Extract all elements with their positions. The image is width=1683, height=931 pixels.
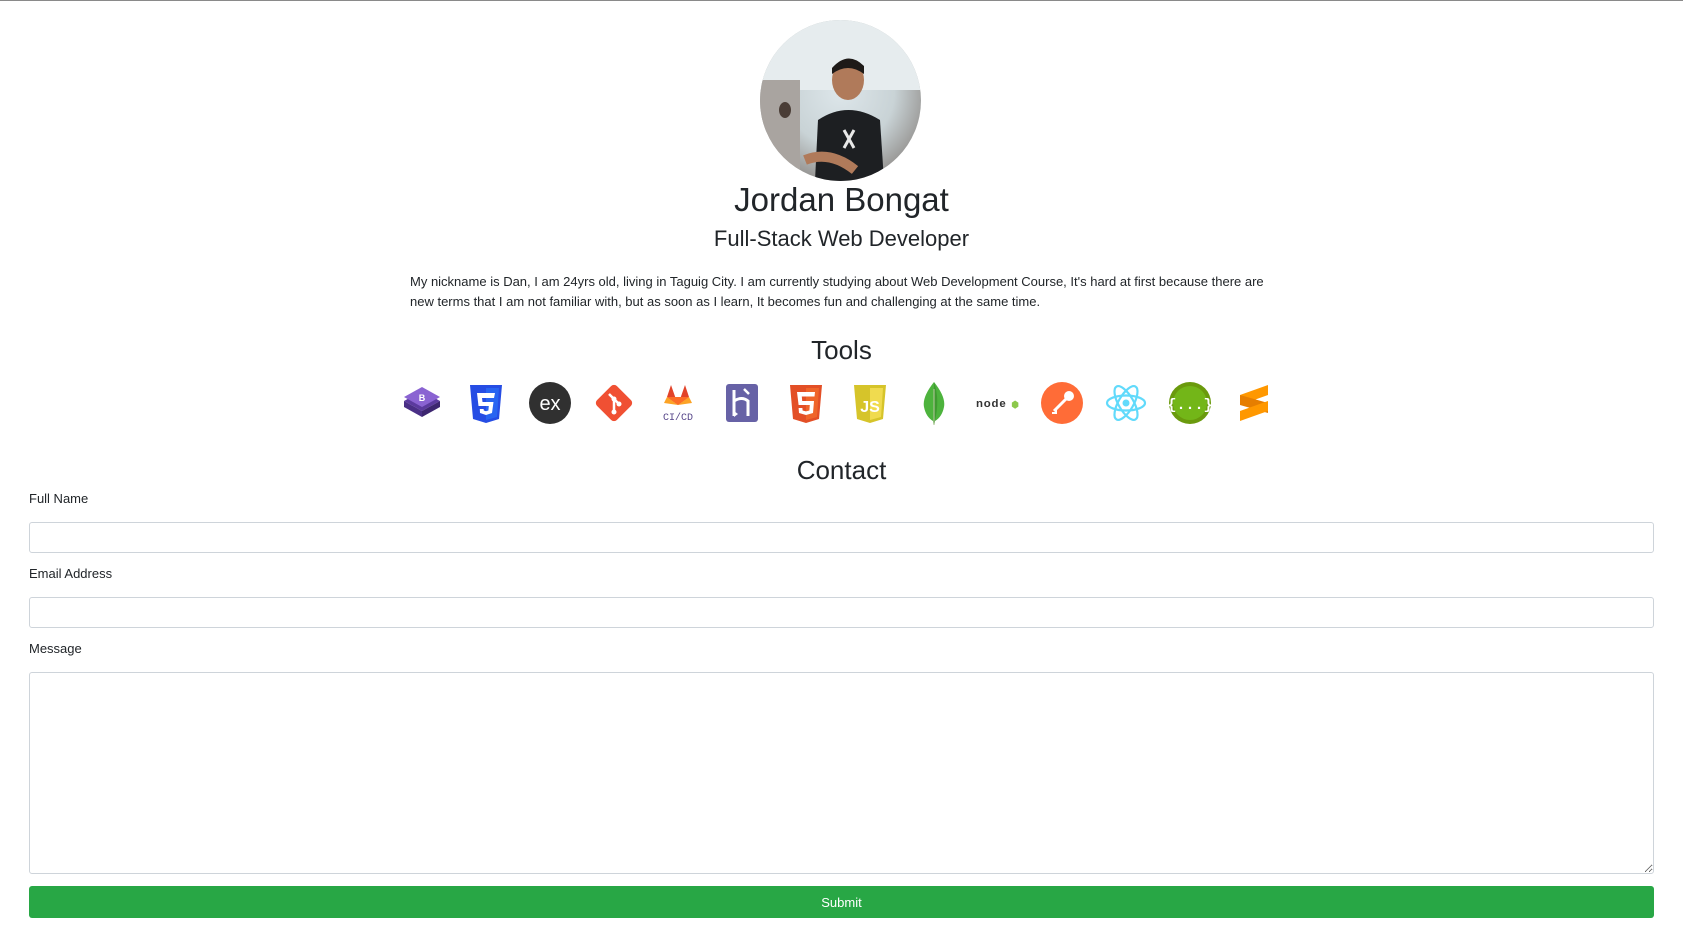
profile-name: Jordan Bongat [734,181,949,218]
tools-heading: Tools [811,335,872,365]
html5-icon [784,381,828,425]
nodejs-icon: node [976,381,1020,425]
submit-button[interactable]: Submit [29,886,1654,918]
git-icon [592,381,636,425]
bootstrap-icon: B [400,381,444,425]
contact-heading: Contact [796,455,887,485]
svg-text:CI/CD: CI/CD [663,412,693,424]
express-icon: ex [528,381,572,425]
svg-text:node: node [976,398,1006,410]
full-name-input[interactable] [29,522,1654,553]
profile-avatar [760,20,921,181]
email-label: Email Address [29,566,113,581]
svg-text:B: B [419,393,426,403]
profile-photo [760,20,921,181]
message-label: Message [29,641,82,656]
profile-title: Full-Stack Web Developer [713,226,970,251]
postman-icon [1040,381,1084,425]
svg-text:JS: JS [860,399,880,416]
mongodb-icon [912,381,956,425]
swagger-icon: {...} [1168,381,1212,425]
sublime-text-icon [1232,381,1276,425]
profile-bio: My nickname is Dan, I am 24yrs old, livi… [410,274,1264,309]
full-name-label: Full Name [29,491,89,506]
javascript-icon: JS [848,381,892,425]
css3-icon [464,381,508,425]
heroku-icon [720,381,764,425]
svg-text:{...}: {...} [1168,397,1212,414]
message-textarea[interactable] [29,672,1654,874]
tools-list: B ex CI/CD JS node {...} [400,378,1276,428]
react-icon [1104,381,1148,425]
svg-text:ex: ex [539,393,560,415]
gitlab-cicd-icon: CI/CD [656,381,700,425]
email-input[interactable] [29,597,1654,628]
